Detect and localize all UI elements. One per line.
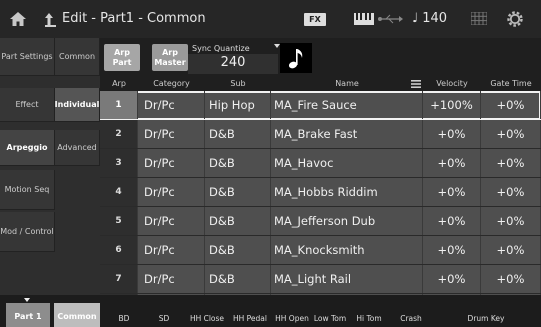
back-icon[interactable] [42, 10, 58, 28]
nav-effect[interactable]: Effect [0, 88, 55, 122]
key-hh-open: HH Open [275, 314, 309, 323]
sub-category-cell: Hip Hop [205, 91, 271, 119]
gate-time-cell: +0% [481, 207, 541, 235]
table-row[interactable]: 4 Dr/Pc D&B MA_Hobbs Riddim +0% +0% [100, 178, 541, 207]
col-velocity: Velocity [436, 79, 468, 88]
sub-category-cell: D&B [205, 149, 271, 177]
arp-number: 3 [100, 149, 138, 177]
nav-part-settings[interactable]: Part Settings [0, 38, 55, 76]
keyboard-icon [354, 13, 374, 25]
nav-common[interactable]: Common [55, 38, 100, 76]
common-button[interactable]: Common [54, 303, 100, 327]
key-drum-key: Drum Key [467, 314, 505, 323]
list-icon[interactable] [411, 80, 421, 88]
sync-quantize-value: 240 [220, 55, 246, 70]
sub-category-cell: D&B [205, 178, 271, 206]
arp-name-cell: MA_Jefferson Dub [271, 207, 423, 235]
sub-category-cell: D&B [205, 265, 271, 293]
eighth-note-icon [288, 49, 303, 69]
key-crash: Crash [400, 314, 422, 323]
arp-name-cell: MA_Hobbs Riddim [271, 178, 423, 206]
col-sub: Sub [230, 79, 246, 88]
arp-number: 6 [100, 236, 138, 264]
gate-time-cell: +0% [481, 236, 541, 264]
gear-icon[interactable] [506, 10, 524, 28]
tempo-display[interactable]: ♩ 140 [412, 11, 447, 26]
arp-number: 7 [100, 265, 138, 293]
arp-part-button[interactable]: Arp Part [104, 44, 140, 71]
part-selector-button[interactable]: Part 1 [6, 303, 50, 327]
left-navigation [0, 38, 100, 295]
key-hh-close: HH Close [189, 314, 225, 323]
category-cell: Dr/Pc [138, 207, 205, 235]
velocity-cell: +0% [423, 236, 481, 264]
table-row[interactable]: 7 Dr/Pc D&B MA_Light Rail +0% +0% [100, 265, 541, 294]
sub-category-cell: D&B [205, 207, 271, 235]
category-cell: Dr/Pc [138, 149, 205, 177]
key-hi-tom: Hi Tom [356, 314, 382, 323]
key-hh-pedal: HH Pedal [233, 314, 267, 323]
table-row[interactable]: 1 Dr/Pc Hip Hop MA_Fire Sauce +100% +0% [100, 91, 541, 120]
velocity-cell: +0% [423, 178, 481, 206]
sync-quantize-label: Sync Quantize [192, 44, 250, 53]
sub-category-cell: D&B [205, 120, 271, 148]
fx-indicator: FX [304, 13, 326, 26]
velocity-cell: +0% [423, 265, 481, 293]
key-low-tom: Low Tom [313, 314, 347, 323]
velocity-cell: +100% [423, 91, 481, 119]
velocity-cell: +0% [423, 120, 481, 148]
nav-individual[interactable]: Individual [55, 88, 100, 122]
arp-master-button[interactable]: Arp Master [152, 44, 188, 71]
gate-time-cell: +0% [481, 120, 541, 148]
key-sd: SD [158, 314, 170, 323]
note-value-button[interactable] [280, 43, 312, 73]
arp-name-cell: MA_Knocksmith [271, 236, 423, 264]
home-button[interactable] [0, 0, 36, 38]
gate-time-cell: +0% [481, 149, 541, 177]
gate-time-cell: +0% [481, 91, 541, 119]
sync-quantize-control[interactable]: Sync Quantize 240 [188, 42, 280, 74]
usb-icon [378, 14, 403, 24]
grid-icon[interactable] [471, 12, 487, 25]
gate-time-cell: +0% [481, 265, 541, 293]
arp-number: 4 [100, 178, 138, 206]
nav-arpeggio[interactable]: Arpeggio [0, 130, 55, 166]
nav-advanced[interactable]: Advanced [55, 130, 100, 166]
table-row[interactable]: 3 Dr/Pc D&B MA_Havoc +0% +0% [100, 149, 541, 178]
col-category: Category [153, 79, 190, 88]
arp-name-cell: MA_Fire Sauce [271, 91, 423, 119]
table-row[interactable]: 6 Dr/Pc D&B MA_Knocksmith +0% +0% [100, 236, 541, 265]
col-arp: Arp [112, 79, 126, 88]
arp-name-cell: MA_Brake Fast [271, 120, 423, 148]
arp-number: 1 [100, 91, 138, 119]
arp-name-cell: MA_Havoc [271, 149, 423, 177]
part-caret-icon [24, 298, 30, 302]
home-icon [10, 12, 26, 26]
arp-name-cell: MA_Light Rail [271, 265, 423, 293]
velocity-cell: +0% [423, 149, 481, 177]
key-bd: BD [118, 314, 130, 323]
sub-category-cell: D&B [205, 236, 271, 264]
category-cell: Dr/Pc [138, 178, 205, 206]
nav-motion-seq[interactable]: Motion Seq [0, 170, 55, 210]
category-cell: Dr/Pc [138, 236, 205, 264]
category-cell: Dr/Pc [138, 120, 205, 148]
velocity-cell: +0% [423, 207, 481, 235]
category-cell: Dr/Pc [138, 91, 205, 119]
nav-mod-control[interactable]: Mod / Control [0, 212, 55, 252]
table-row[interactable]: 2 Dr/Pc D&B MA_Brake Fast +0% +0% [100, 120, 541, 149]
col-gate-time: Gate Time [490, 79, 532, 88]
arp-number: 2 [100, 120, 138, 148]
table-row[interactable]: 5 Dr/Pc D&B MA_Jefferson Dub +0% +0% [100, 207, 541, 236]
category-cell: Dr/Pc [138, 265, 205, 293]
table-header: Arp Category Sub Name Velocity Gate Time [100, 78, 541, 91]
arp-number: 5 [100, 207, 138, 235]
page-title: Edit - Part1 - Common [62, 11, 206, 26]
gate-time-cell: +0% [481, 178, 541, 206]
col-name: Name [335, 79, 359, 88]
